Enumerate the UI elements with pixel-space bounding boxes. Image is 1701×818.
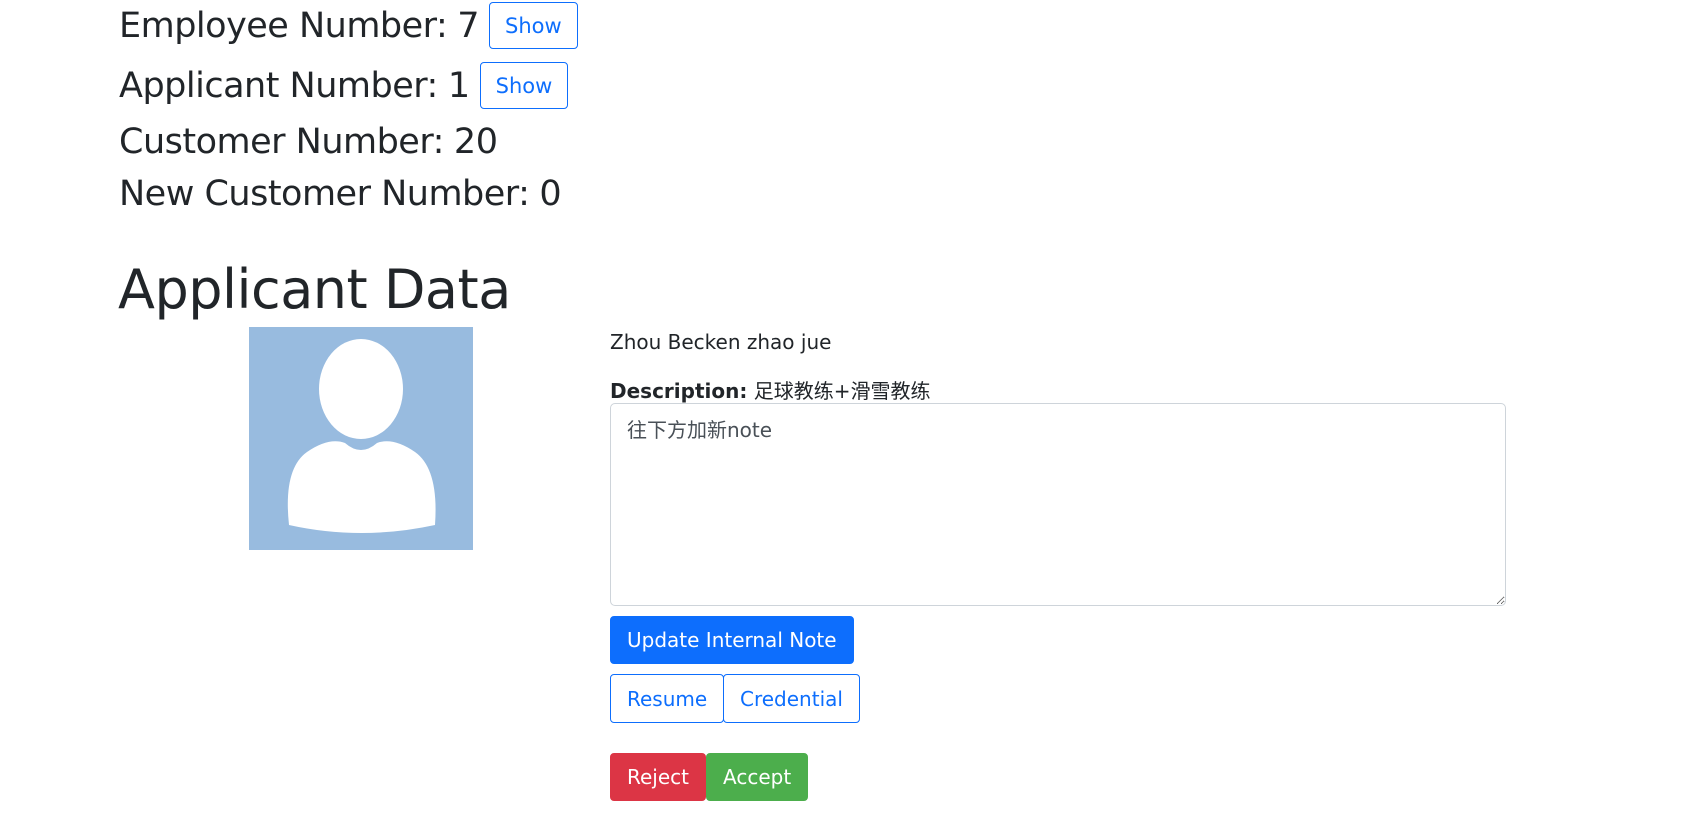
user-silhouette-icon: [287, 339, 436, 533]
employee-number-row: Employee Number: 7 Show: [119, 2, 578, 49]
new-customer-number-label: New Customer Number:: [119, 174, 530, 214]
accept-button[interactable]: Accept: [706, 753, 809, 801]
applicant-avatar: [249, 327, 473, 550]
reject-button[interactable]: Reject: [610, 753, 707, 801]
applicant-number-row: Applicant Number: 1 Show: [119, 62, 569, 109]
customer-number-value: 20: [453, 122, 498, 162]
description-label: Description:: [610, 379, 748, 403]
customer-number-row: Customer Number: 20: [119, 122, 507, 162]
customer-number-label: Customer Number:: [119, 122, 444, 162]
applicant-description: Description: 足球教练+滑雪教练: [610, 375, 930, 404]
update-internal-note-button[interactable]: Update Internal Note: [610, 616, 854, 664]
resume-button[interactable]: Resume: [610, 674, 725, 723]
applicant-number-value: 1: [447, 65, 470, 106]
show-applicants-button[interactable]: Show: [479, 62, 569, 109]
show-employees-button[interactable]: Show: [489, 2, 578, 49]
credential-button[interactable]: Credential: [723, 674, 860, 723]
applicant-data-heading: Applicant Data: [118, 258, 511, 321]
applicant-name: Zhou Becken zhao jue: [610, 330, 832, 354]
employee-number-label: Employee Number:: [119, 5, 448, 46]
new-customer-number-value: 0: [539, 174, 562, 214]
description-value: 足球教练+滑雪教练: [753, 379, 931, 403]
new-customer-number-row: New Customer Number: 0: [119, 174, 571, 214]
applicant-number-label: Applicant Number:: [119, 65, 438, 106]
page: Employee Number: 7 Show Applicant Number…: [0, 0, 1701, 818]
employee-number-value: 7: [457, 5, 480, 46]
internal-note-textarea[interactable]: 往下方加新note: [610, 403, 1506, 606]
